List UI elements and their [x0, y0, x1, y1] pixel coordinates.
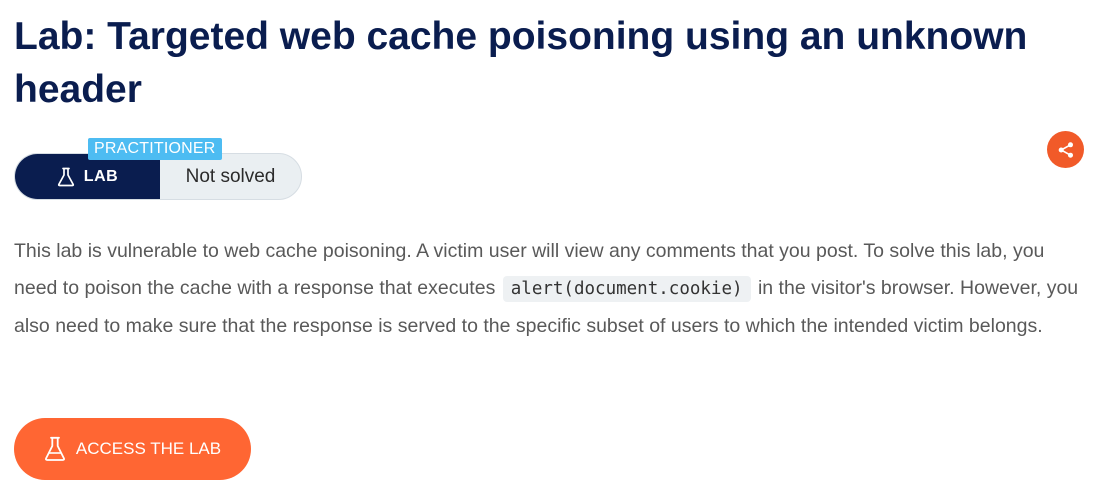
payload-code: alert(document.cookie)	[502, 276, 751, 302]
flask-icon	[57, 167, 74, 186]
lab-type-badge: LAB	[15, 154, 160, 199]
flask-icon	[44, 436, 65, 461]
status-badge: Not solved	[160, 154, 301, 199]
share-icon	[1058, 141, 1073, 158]
lab-type-label: LAB	[83, 167, 119, 185]
share-button[interactable]	[1047, 131, 1084, 168]
level-badge: PRACTITIONER	[88, 138, 222, 160]
lab-page: Lab: Targeted web cache poisoning using …	[0, 0, 1099, 494]
lab-description: This lab is vulnerable to web cache pois…	[14, 233, 1089, 345]
access-lab-label: ACCESS THE LAB	[75, 439, 222, 458]
lab-status-pill: LAB Not solved	[14, 153, 302, 200]
page-title: Lab: Targeted web cache poisoning using …	[14, 15, 1028, 111]
access-lab-button[interactable]: ACCESS THE LAB	[14, 418, 251, 480]
status-text: Not solved	[185, 165, 276, 187]
